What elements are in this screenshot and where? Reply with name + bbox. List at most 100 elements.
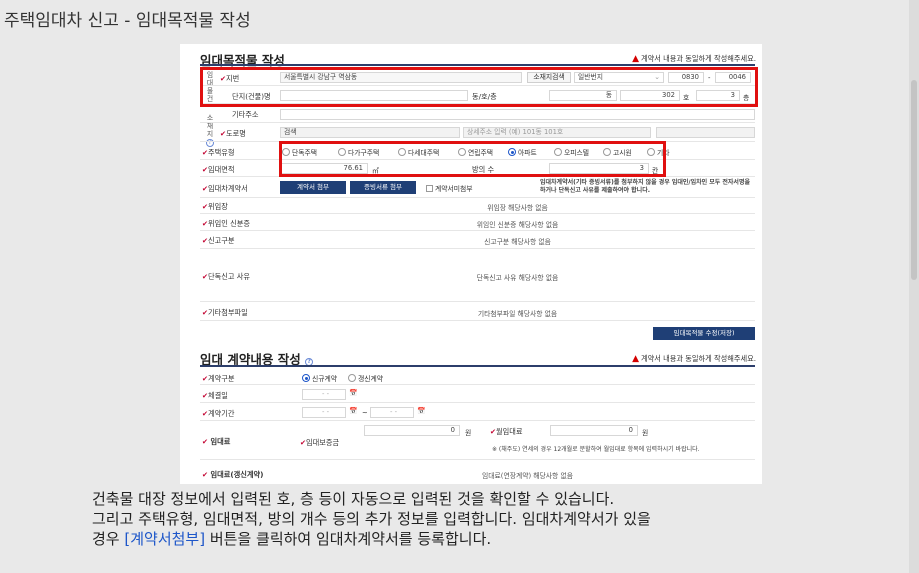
scrollbar[interactable] [909, 0, 919, 573]
property-save-button[interactable]: 임대목적물 수정(저장) [653, 327, 755, 340]
warning-text: 계약서 내용과 동일하게 작성해주세요. [641, 354, 756, 363]
row-contract-type: ✔계약구분 신규계약 갱신계약 [200, 370, 755, 385]
caption-text: 버튼을 클릭하여 임대차계약서를 등록합니다. [205, 530, 492, 548]
deposit-field[interactable]: 0 [364, 425, 460, 436]
no-contract-checkbox[interactable]: 계약서미첨부 [426, 183, 473, 193]
contract-label-text: 임대차계약서 [208, 184, 248, 193]
area-label-text: 임대면적 [208, 165, 235, 174]
page-title: 주택임대차 신고 - 임대목적물 작성 [0, 0, 919, 36]
area-label: ✔임대면적 [202, 165, 235, 174]
section-warning-contract: ▲ 계약서 내용과 동일하게 작성해주세요. [632, 354, 756, 364]
section-warning-property: ▲ 계약서 내용과 동일하게 작성해주세요. [632, 54, 756, 64]
road-search-field[interactable]: 검색 [280, 127, 460, 138]
row-sole-reason: ✔단독신고 사유 단독신고 사유 해당사항 없음 [200, 250, 755, 302]
road-label-text: 도로명 [226, 129, 246, 138]
row-contract: ✔임대차계약서 계약서 첨부 증빙서류 첨부 계약서미첨부 임대차계약서(기타 … [200, 178, 755, 198]
row-rent: ✔ 임대료 ✔임대보증금 0 원 ✔월임대료 0 원 ※ (채주도) 연세의 경… [200, 422, 755, 460]
option-label: 신규계약 [312, 375, 338, 383]
delegate-id-label: ✔위임인 신분증 [202, 219, 250, 228]
calendar-icon[interactable]: 📅 [349, 407, 357, 415]
form-canvas: 임대목적물 작성 ▲ 계약서 내용과 동일하게 작성해주세요. 임 대 물 건 소… [180, 44, 762, 484]
row-other-address: 기타주소 [200, 105, 755, 123]
caption-line: 경우 [계약서첨부] 버튼을 클릭하여 임대차계약서를 등록합니다. [92, 529, 892, 549]
calendar-icon[interactable]: 📅 [349, 389, 357, 397]
warning-text: 계약서 내용과 동일하게 작성해주세요. [641, 54, 756, 63]
sign-date-field[interactable]: - - [302, 389, 346, 400]
caption-text: 경우 [92, 530, 125, 548]
other-address-field[interactable] [280, 109, 755, 120]
report-type-value: 신고구분 해당사항 없음 [484, 238, 551, 246]
delegation-value: 위임장 해당사항 없음 [487, 204, 548, 212]
deposit-label: ✔임대보증금 [300, 438, 340, 447]
row-delegate-id: ✔위임인 신분증 위임인 신분증 해당사항 없음 [200, 215, 755, 231]
contract-type-label: ✔계약구분 [202, 374, 235, 383]
section-divider [200, 64, 755, 66]
contract-type-label-text: 계약구분 [208, 374, 235, 383]
monthly-field[interactable]: 0 [550, 425, 638, 436]
warning-icon: ▲ [632, 54, 640, 64]
period-start-field[interactable]: - - [302, 407, 346, 418]
delegate-id-label-text: 위임인 신분증 [208, 219, 250, 228]
other-attach-value: 기타첨부파일 해당사항 없음 [477, 310, 558, 318]
scrollbar-thumb[interactable] [911, 80, 917, 280]
sign-date-label-text: 체결일 [208, 391, 228, 400]
report-type-label: ✔신고구분 [202, 236, 235, 245]
contract-attach-link: [계약서첨부] [124, 530, 206, 548]
row-renewal-rent: ✔ 임대료(갱신계약) 임대료(연장계약) 해당사항 없음 [200, 464, 755, 482]
rent-label: ✔ 임대료 [202, 437, 231, 446]
row-period: ✔계약기간 - - 📅 ~ - - 📅 [200, 404, 755, 421]
row-other-attach: ✔기타첨부파일 기타첨부파일 해당사항 없음 [200, 303, 755, 321]
sole-reason-label-text: 단독신고 사유 [208, 272, 250, 281]
row-delegation: ✔위임장 위임장 해당사항 없음 [200, 199, 755, 214]
sole-reason-value: 단독신고 사유 해당사항 없음 [476, 274, 559, 282]
row-road: ✔도로명 검색 상세주소 입력 (예) 101동 101호 [200, 124, 755, 142]
other-attach-label-text: 기타첨부파일 [208, 308, 248, 317]
delegation-label-text: 위임장 [208, 202, 228, 211]
contract-label: ✔임대차계약서 [202, 184, 248, 193]
radio-selected-icon[interactable] [302, 374, 310, 382]
page-title-text: 주택임대차 신고 - 임대목적물 작성 [4, 11, 251, 31]
period-end-field[interactable]: - - [370, 407, 414, 418]
report-type-label-text: 신고구분 [208, 236, 235, 245]
renewal-label: ✔ 임대료(갱신계약) [202, 470, 264, 479]
sign-date-label: ✔체결일 [202, 391, 228, 400]
road-extra-field[interactable] [656, 127, 755, 138]
monthly-label-text: 월임대료 [496, 427, 523, 436]
housing-type-label: ✔주택유형 [202, 148, 235, 157]
contract-option-new[interactable]: 신규계약 [302, 373, 337, 383]
monthly-notice: ※ (채주도) 연세의 경우 12개월로 분할하여 월임대료 항목에 입력하시기… [492, 446, 700, 453]
renewal-value: 임대료(연장계약) 해당사항 없음 [482, 472, 573, 480]
road-label: ✔도로명 [220, 129, 246, 138]
period-label: ✔계약기간 [202, 409, 235, 418]
row-report-type: ✔신고구분 신고구분 해당사항 없음 [200, 232, 755, 249]
contract-notice: 임대차계약서(기타 증빙서류)를 첨부하지 않을 경우 임대인/임차인 모두 전… [540, 179, 750, 194]
instruction-caption: 건축물 대장 정보에서 입력된 호, 층 등이 자동으로 입력된 것을 확인할 … [92, 489, 892, 549]
calendar-icon[interactable]: 📅 [417, 407, 425, 415]
delegate-id-value: 위임인 신분증 해당사항 없음 [476, 221, 559, 229]
caption-line: 건축물 대장 정보에서 입력된 호, 층 등이 자동으로 입력된 것을 확인할 … [92, 490, 615, 508]
deposit-unit: 원 [465, 429, 472, 437]
other-attach-label: ✔기타첨부파일 [202, 308, 248, 317]
period-separator: ~ [362, 409, 368, 417]
monthly-unit: 원 [642, 429, 649, 437]
evidence-attach-button[interactable]: 증빙서류 첨부 [350, 181, 416, 194]
checkbox-label: 계약서미첨부 [435, 185, 473, 193]
checkbox-icon[interactable] [426, 185, 433, 192]
warning-icon: ▲ [632, 354, 640, 364]
housing-type-label-text: 주택유형 [208, 148, 235, 157]
period-label-text: 계약기간 [208, 409, 235, 418]
monthly-label: ✔월임대료 [490, 427, 523, 436]
radio-icon[interactable] [348, 374, 356, 382]
sole-reason-label: ✔단독신고 사유 [202, 272, 250, 281]
caption-line: 그리고 주택유형, 임대면적, 방의 개수 등의 추가 정보를 입력합니다. 임… [92, 510, 651, 528]
contract-attach-button[interactable]: 계약서 첨부 [280, 181, 346, 194]
highlight-box-type-area [279, 141, 666, 177]
rent-label-text: 임대료 [210, 437, 231, 446]
road-detail-field[interactable]: 상세주소 입력 (예) 101동 101호 [463, 127, 651, 138]
contract-option-renewal[interactable]: 갱신계약 [348, 373, 383, 383]
delegation-label: ✔위임장 [202, 202, 228, 211]
renewal-label-text: 임대료(갱신계약) [210, 470, 264, 479]
highlight-box-address [200, 67, 758, 107]
section-divider [200, 365, 755, 367]
other-address-label: 기타주소 [232, 110, 259, 119]
